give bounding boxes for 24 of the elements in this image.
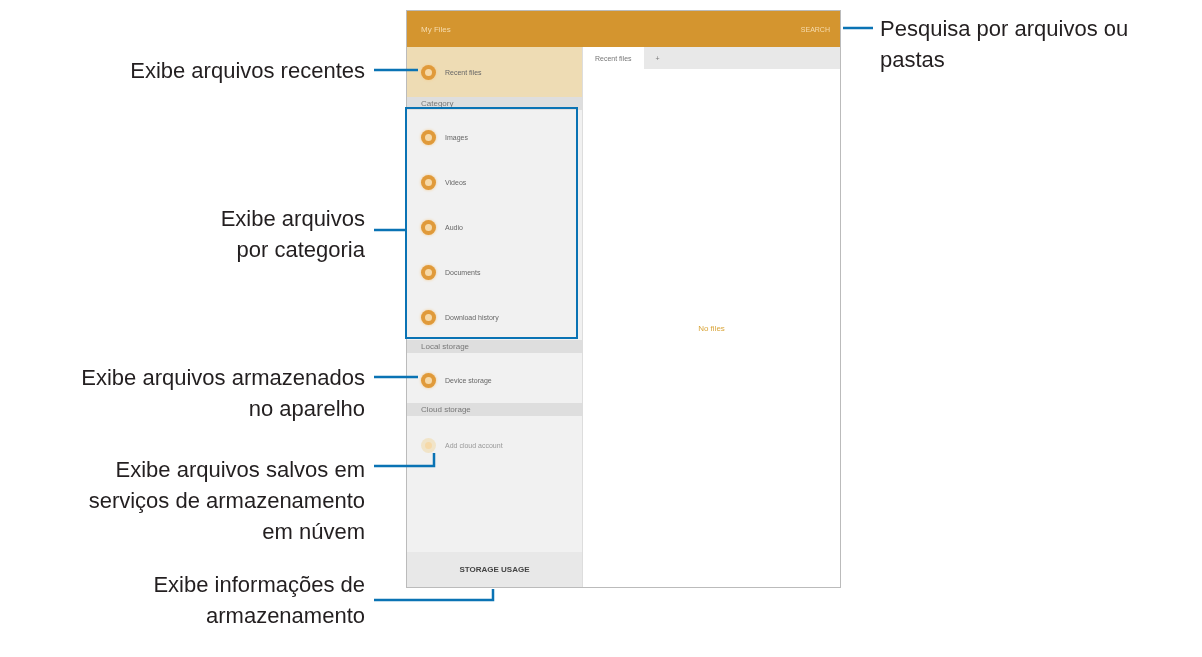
circle-icon (421, 220, 436, 235)
circle-icon (421, 265, 436, 280)
leader-line (374, 68, 418, 72)
section-header: Local storage (407, 340, 582, 353)
storage-usage-button[interactable]: STORAGE USAGE (407, 552, 582, 587)
callout-text: Exibe arquivos por categoria (220, 205, 365, 264)
circle-icon (421, 373, 436, 388)
leader-line (374, 453, 436, 468)
callout-text: Exibe arquivos recentes (130, 57, 365, 85)
callout-text: Exibe arquivos salvos em serviços de armazenamento em núvem (88, 456, 365, 546)
circle-icon (421, 175, 436, 190)
callout-text: Exibe informações de armazenamento (153, 571, 365, 630)
app-title: My Files (421, 24, 451, 34)
callout-text: Pesquisa por arquivos ou pastas (880, 15, 1129, 74)
circle-icon (421, 130, 436, 145)
leader-line (843, 26, 873, 30)
circle-icon (421, 437, 436, 453)
callout-text: Exibe arquivos armazenados no aparelho (81, 364, 365, 423)
section-header: Cloud storage (407, 403, 582, 416)
empty-message: No files (698, 323, 725, 333)
circle-icon (421, 310, 436, 325)
leader-line (374, 228, 405, 232)
circle-icon (421, 64, 436, 80)
leader-line (374, 375, 418, 379)
